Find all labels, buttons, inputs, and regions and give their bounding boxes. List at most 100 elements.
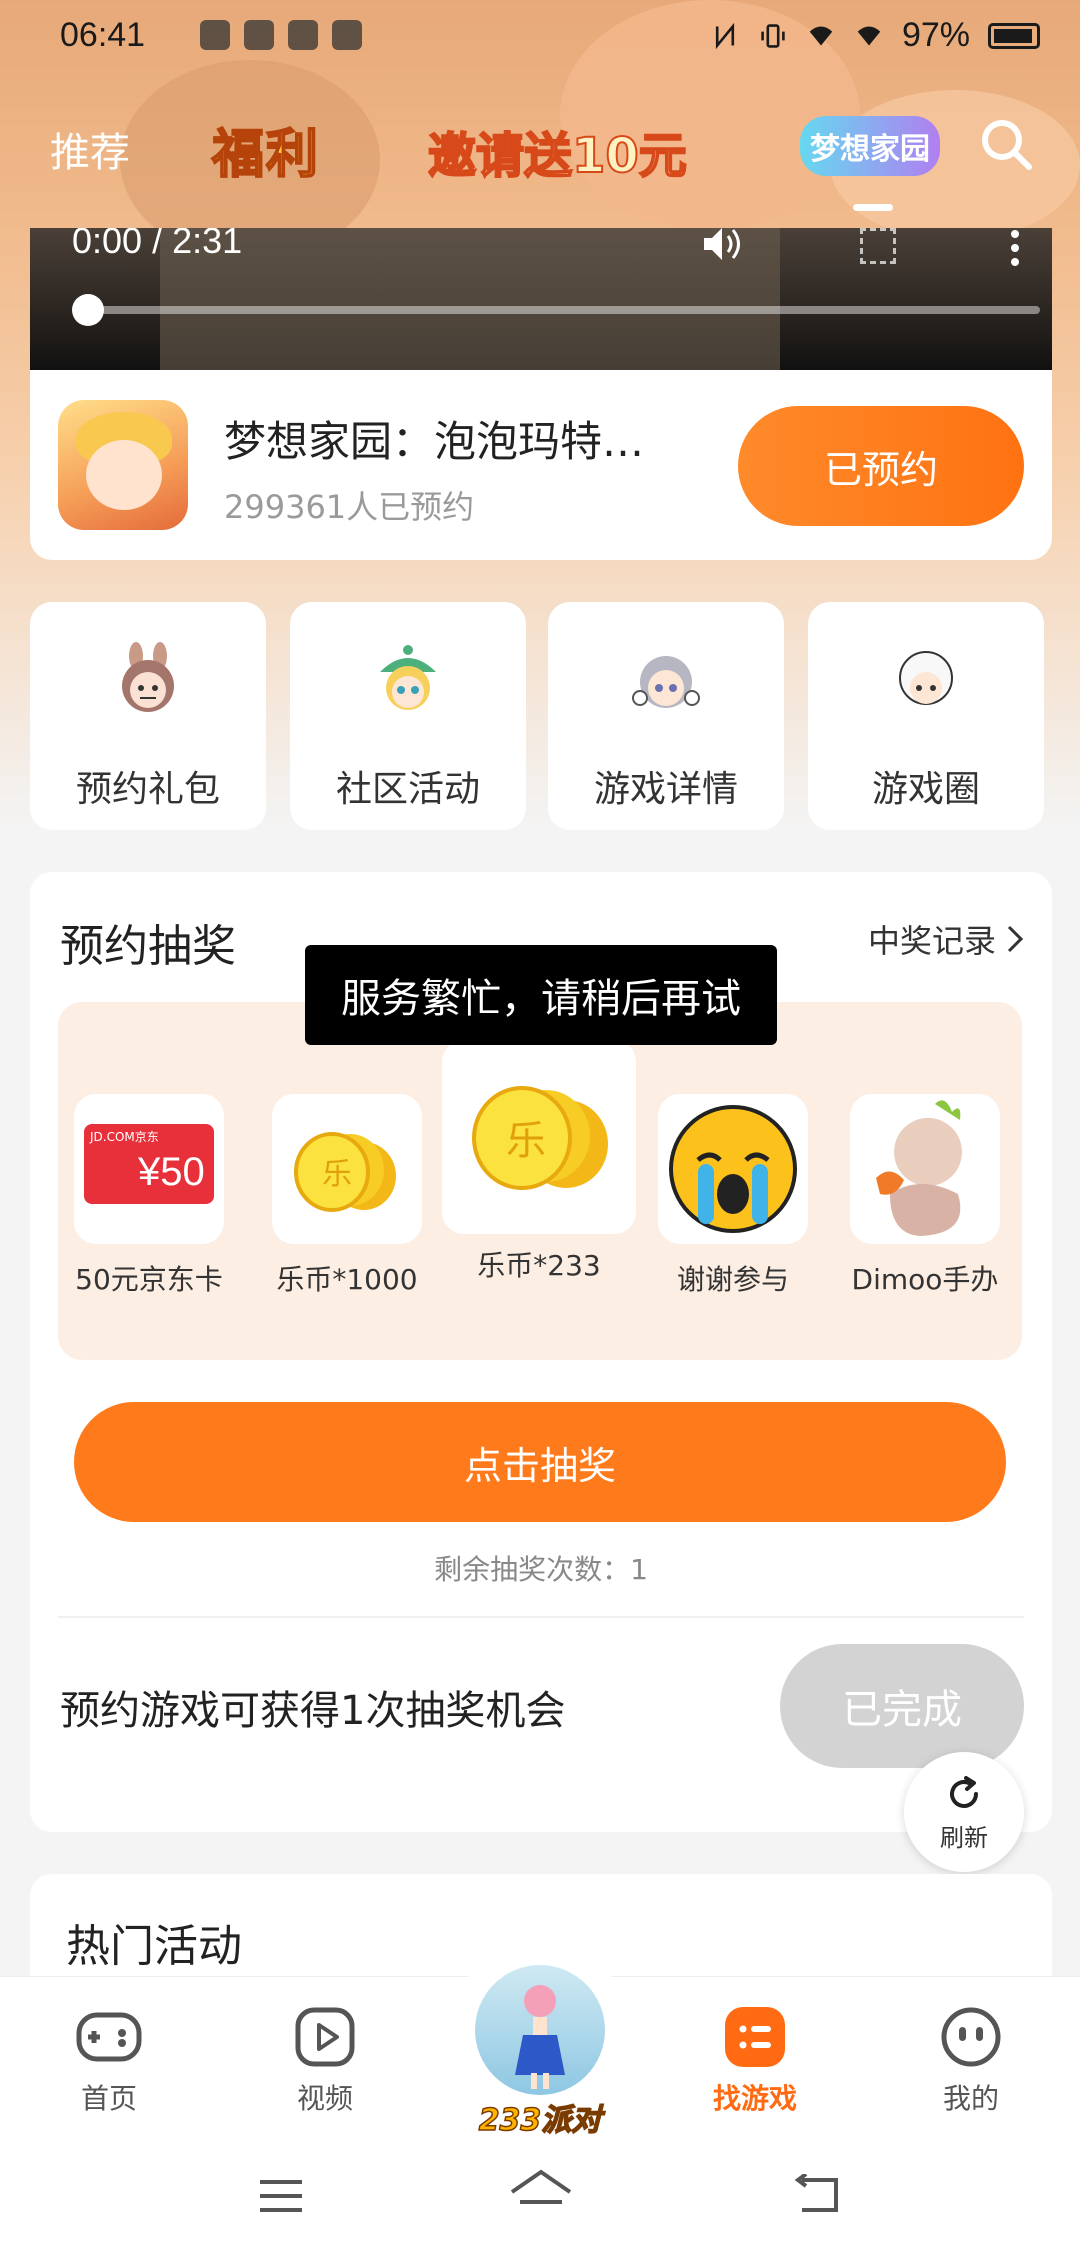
- prize-item: JD.COM京东 ¥50 50元京东卡: [74, 1094, 224, 1298]
- jd-card-value: ¥50: [138, 1150, 205, 1194]
- toast-message: 服务繁忙，请稍后再试: [305, 945, 777, 1045]
- status-time: 06:41: [60, 16, 146, 54]
- jd-card-brand: JD.COM京东: [90, 1130, 159, 1144]
- prize-label: 谢谢参与: [676, 1263, 789, 1296]
- task-text: 预约游戏可获得1次抽奖机会: [60, 1688, 566, 1734]
- hot-activities-title: 热门活动: [66, 1921, 242, 1972]
- jd-card-icon: JD.COM京东 ¥50: [84, 1124, 214, 1204]
- quick-entry-gift[interactable]: 预约礼包: [30, 602, 266, 830]
- prize-label: 乐币*233: [477, 1249, 601, 1282]
- nav-mine[interactable]: 我的: [906, 2005, 1036, 2117]
- svg-text:乐: 乐: [506, 1118, 546, 1164]
- search-icon[interactable]: [978, 116, 1034, 172]
- menu-icon[interactable]: [256, 2176, 306, 2216]
- prize-label: Dimoo手办: [851, 1263, 999, 1296]
- lottery-title: 预约抽奖: [60, 921, 236, 972]
- notification-icons: [200, 20, 362, 50]
- labubu-icon: [122, 642, 174, 712]
- notification-icon: [288, 20, 318, 50]
- home-icon[interactable]: [508, 2166, 574, 2218]
- nfc-icon: [715, 22, 735, 49]
- quick-entry-label: 预约礼包: [75, 769, 220, 810]
- nav-home-label: 首页: [80, 2082, 137, 2115]
- system-nav-bar: [0, 2136, 1080, 2256]
- notification-icon: [244, 20, 274, 50]
- more-icon[interactable]: [1010, 228, 1020, 268]
- prize-item: 乐 乐币*1000: [272, 1094, 422, 1298]
- quick-entry-label: 游戏圈: [871, 769, 980, 810]
- game-app-icon[interactable]: [58, 400, 188, 530]
- top-nav: 推荐 福利 邀请送10元 梦想家园: [0, 110, 1080, 186]
- quick-entry-label: 游戏详情: [593, 769, 738, 810]
- wifi-icon: [857, 25, 881, 46]
- video-progress-bar[interactable]: [90, 306, 1040, 314]
- character-icon: [515, 1985, 565, 2089]
- gamepad-icon: [76, 2012, 142, 2062]
- nav-find-game-label: 找游戏: [712, 2082, 797, 2115]
- tab-recommend[interactable]: 推荐: [50, 120, 130, 178]
- game-logo-tab[interactable]: 梦想家园: [800, 116, 940, 176]
- divider: [58, 1616, 1024, 1618]
- bottom-nav: 首页 视频 233派对 找游戏 我的: [0, 1941, 1080, 2139]
- refresh-label: 刷新: [940, 1824, 988, 1852]
- nav-video-label: 视频: [296, 2082, 353, 2115]
- party-avatar: [475, 1965, 605, 2095]
- prize-item: Dimoo手办: [850, 1094, 1000, 1298]
- quick-entry-details[interactable]: 游戏详情: [548, 602, 784, 830]
- nav-party[interactable]: 233派对: [450, 1941, 630, 2139]
- play-video-icon: [295, 2007, 355, 2067]
- nav-home[interactable]: 首页: [44, 2005, 174, 2117]
- reserved-button[interactable]: 已预约: [738, 406, 1024, 526]
- crying-face-icon: [669, 1105, 797, 1233]
- nav-find-game[interactable]: 找游戏: [690, 2005, 820, 2117]
- nav-video[interactable]: 视频: [260, 2005, 390, 2117]
- chevron-right-icon: [1007, 925, 1024, 953]
- coin-icon: 乐: [472, 1086, 608, 1190]
- quick-entry-circle[interactable]: 游戏圈: [808, 602, 1044, 830]
- status-right: 97%: [710, 16, 1040, 55]
- game-card: 梦想家园：泡泡玛特… 299361人已预约 已预约: [30, 370, 1052, 560]
- gray-hair-girl-icon: [632, 656, 700, 708]
- battery-percent: 97%: [901, 16, 970, 54]
- prize-item: 谢谢参与: [658, 1094, 808, 1298]
- video-time: 0:00 / 2:31: [72, 228, 243, 261]
- nav-party-label: 233派对: [478, 2102, 602, 2139]
- volume-icon[interactable]: [702, 228, 748, 264]
- dimoo-icon: [899, 651, 953, 705]
- prize-item-selected: 乐 乐币*233: [442, 1040, 636, 1284]
- smiley-profile-icon: [941, 2007, 1001, 2067]
- vibrate-icon: [761, 23, 785, 48]
- tab-fuli[interactable]: 福利: [211, 112, 320, 187]
- prize-panel: JD.COM京东 ¥50 50元京东卡 乐 乐币*1000 乐 乐币*233 谢…: [58, 1002, 1022, 1360]
- notification-icon: [332, 20, 362, 50]
- prize-label: 50元京东卡: [75, 1263, 223, 1296]
- reservation-count: 299361人已预约: [224, 488, 475, 526]
- wifi-icon: [809, 25, 833, 46]
- refresh-icon: [950, 1776, 978, 1808]
- svg-text:乐: 乐: [322, 1157, 352, 1192]
- video-player[interactable]: 0:00 / 2:31: [30, 228, 1052, 370]
- video-frame: [160, 228, 780, 370]
- green-hat-girl-icon: [380, 645, 436, 710]
- list-icon: [725, 2007, 785, 2067]
- draw-button[interactable]: 点击抽奖: [74, 1402, 1006, 1522]
- battery-icon: [988, 22, 1040, 49]
- task-done-button: 已完成: [780, 1644, 1024, 1768]
- game-title[interactable]: 梦想家园：泡泡玛特…: [224, 408, 644, 469]
- status-bar: 06:41 97%: [0, 0, 1080, 76]
- quick-entry-label: 社区活动: [335, 769, 480, 810]
- dimoo-figure-icon: [876, 1100, 962, 1236]
- tab-invite[interactable]: 邀请送10元: [427, 116, 688, 186]
- coin-icon: 乐: [294, 1132, 396, 1212]
- back-icon[interactable]: [792, 2174, 842, 2216]
- fullscreen-icon[interactable]: [860, 228, 896, 264]
- win-record-label: 中奖记录: [868, 922, 997, 960]
- tab-indicator: [853, 204, 893, 211]
- quick-entry-community[interactable]: 社区活动: [290, 602, 526, 830]
- prize-label: 乐币*1000: [276, 1263, 418, 1296]
- video-progress-thumb[interactable]: [72, 294, 104, 326]
- notification-icon: [200, 20, 230, 50]
- refresh-button[interactable]: 刷新: [904, 1752, 1024, 1872]
- win-record-link[interactable]: 中奖记录: [868, 916, 1024, 962]
- remaining-draws: 剩余抽奖次数：1: [434, 1553, 648, 1586]
